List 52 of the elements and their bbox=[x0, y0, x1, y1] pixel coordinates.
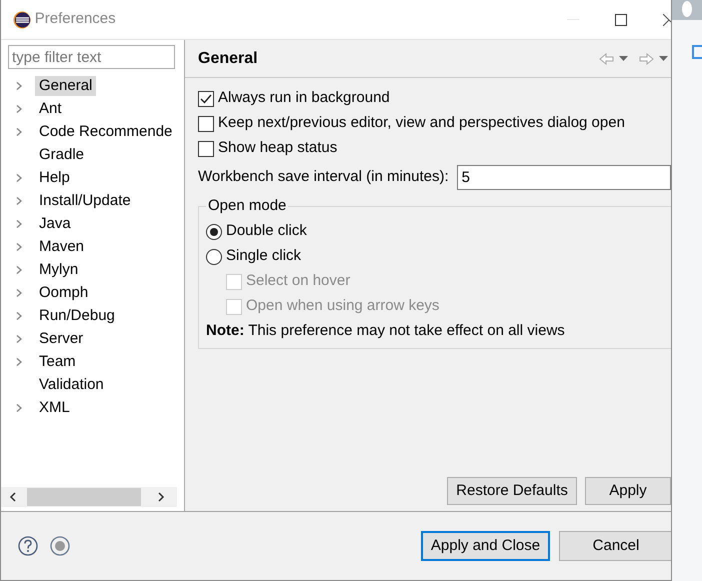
checkbox-label: Always run in background bbox=[218, 88, 390, 108]
checkbox[interactable] bbox=[198, 140, 214, 156]
back-arrow-icon[interactable] bbox=[599, 52, 614, 64]
tree-item[interactable]: Gradle bbox=[35, 144, 88, 164]
tree-item[interactable]: Oomph bbox=[35, 282, 92, 302]
close-icon[interactable] bbox=[663, 14, 671, 26]
maximize-icon[interactable] bbox=[615, 14, 627, 26]
group-title: Open mode bbox=[206, 196, 288, 216]
save-interval-field[interactable]: 5 bbox=[456, 165, 671, 190]
image-icon bbox=[692, 45, 702, 59]
note-text: Note: This preference may not take effect on all views bbox=[206, 321, 565, 342]
caret-icon[interactable] bbox=[619, 56, 628, 61]
tree-item[interactable]: Server bbox=[35, 328, 88, 348]
tree-item[interactable]: Run/Debug bbox=[35, 306, 119, 326]
window-title: Preferences bbox=[34, 9, 116, 30]
checkbox-label: Open when using arrow keys bbox=[246, 296, 440, 316]
checkbox[interactable] bbox=[198, 116, 214, 132]
tree-item[interactable]: Help bbox=[35, 168, 74, 188]
radio-label: Double click bbox=[226, 221, 307, 242]
tree-item[interactable]: Maven bbox=[35, 236, 88, 256]
cancel-button[interactable]: Cancel bbox=[559, 531, 671, 561]
radio-label: Single click bbox=[226, 246, 302, 266]
tree-item[interactable]: Mylyn bbox=[35, 260, 82, 280]
scroll-right-icon[interactable] bbox=[157, 492, 165, 502]
forward-arrow-icon[interactable] bbox=[639, 52, 654, 64]
scrollbar-thumb[interactable] bbox=[27, 488, 141, 506]
caret-icon[interactable] bbox=[659, 56, 668, 61]
checkbox-label: Select on hover bbox=[246, 271, 350, 292]
field-label: Workbench save interval (in minutes): bbox=[198, 167, 449, 188]
help-icon[interactable] bbox=[18, 536, 38, 556]
apply-button[interactable]: Apply bbox=[585, 477, 671, 505]
tree-item[interactable]: Code Recommende bbox=[35, 122, 176, 142]
tree-item[interactable]: Team bbox=[35, 352, 80, 372]
checkbox[interactable] bbox=[198, 90, 214, 106]
tree-item[interactable]: XML bbox=[35, 398, 74, 418]
tree-item[interactable]: Ant bbox=[35, 98, 66, 118]
tree-item[interactable]: Install/Update bbox=[35, 190, 135, 210]
filter-field[interactable]: type filter text bbox=[8, 45, 175, 69]
app-logo-icon bbox=[13, 10, 31, 28]
checkbox-label: Show heap status bbox=[218, 138, 338, 158]
radio-button[interactable] bbox=[206, 248, 222, 264]
scroll-left-icon[interactable] bbox=[9, 492, 17, 502]
radio-button[interactable] bbox=[206, 224, 222, 240]
record-icon[interactable] bbox=[50, 536, 70, 556]
restore-defaults-button[interactable]: Restore Defaults bbox=[447, 477, 577, 505]
horizontal-scrollbar[interactable] bbox=[1, 487, 177, 507]
page-title: General bbox=[198, 48, 258, 68]
tree-item[interactable]: Validation bbox=[35, 374, 108, 394]
tree-item[interactable]: General bbox=[35, 76, 96, 96]
checkbox-label: Keep next/previous editor, view and perspectives dialog open bbox=[218, 113, 625, 134]
tree-item[interactable]: Java bbox=[35, 214, 75, 234]
apply-and-close-button[interactable]: Apply and Close bbox=[421, 531, 550, 561]
